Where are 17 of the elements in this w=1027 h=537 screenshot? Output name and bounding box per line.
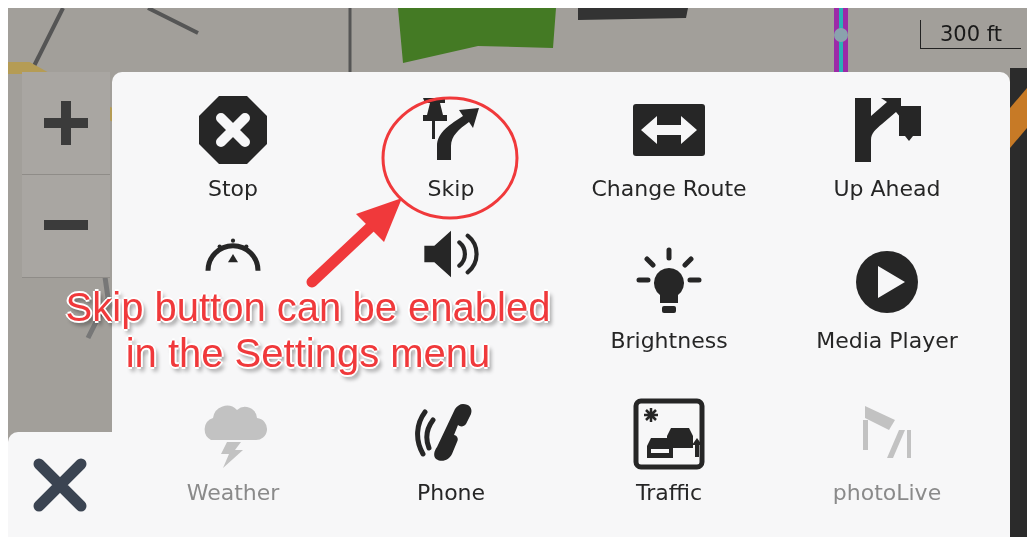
close-button[interactable] (8, 432, 112, 537)
menu-item[interactable]: Skip (342, 94, 560, 246)
menu-item[interactable]: Brightness (560, 246, 778, 398)
menu-item[interactable]: Change Route (560, 94, 778, 246)
scale-bar: 300 ft (920, 20, 1021, 49)
plus-icon (44, 101, 88, 145)
close-icon (33, 457, 87, 512)
menu-item[interactable]: Traffic (560, 398, 778, 537)
minus-icon (44, 220, 88, 232)
cars-icon (633, 398, 705, 470)
menu-item[interactable]: Stop (124, 94, 342, 246)
zoom-out-button[interactable] (22, 175, 110, 278)
zoom-in-button[interactable] (22, 72, 110, 175)
menu-item[interactable]: Up Ahead (778, 94, 996, 246)
menu-item[interactable]: Media Player (778, 246, 996, 398)
menu-item[interactable]: Phone (342, 398, 560, 537)
stop-sign-icon (197, 94, 269, 166)
